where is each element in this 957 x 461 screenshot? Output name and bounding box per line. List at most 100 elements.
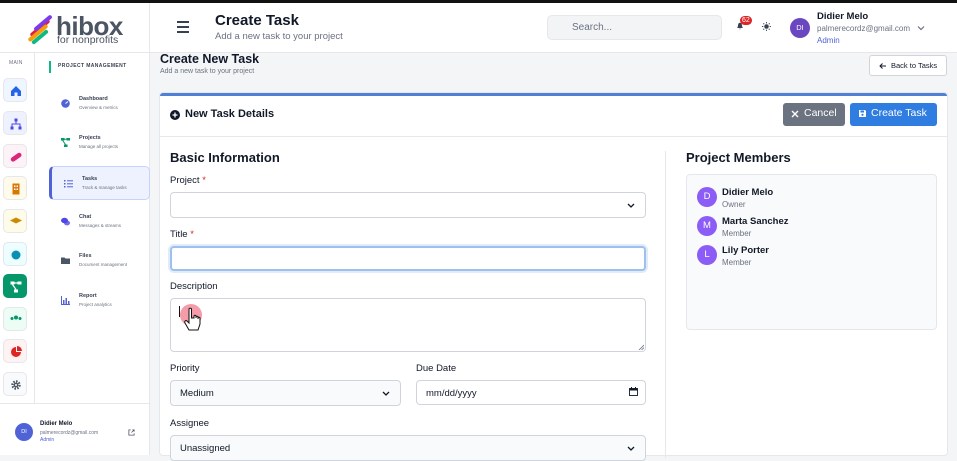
member-name: Lily Porter — [722, 245, 769, 256]
sidebar-item-chat[interactable]: Chat Messages & streams — [49, 205, 150, 239]
top-header: Create Task Add a new task to your proje… — [150, 3, 957, 53]
sidebar-user-name: Didier Melo — [40, 421, 73, 427]
graduation-cap-icon — [10, 217, 22, 224]
main-subtitle: Add a new task to your project — [160, 68, 255, 75]
rail-button-users[interactable] — [3, 307, 27, 331]
rail-button-sitemap[interactable] — [3, 111, 27, 135]
search-input[interactable]: Search... — [547, 15, 722, 40]
building-icon — [12, 183, 20, 195]
sidebar-nav: PROJECT MANAGEMENT Dashboard Overview & m… — [35, 53, 150, 403]
description-textarea[interactable] — [170, 298, 646, 352]
sidebar-item-desc: Track & manage tasks — [82, 185, 127, 190]
assignee-select[interactable]: Unassigned — [170, 435, 646, 461]
task-form-card: New Task Details Cancel Create Task Basi… — [160, 93, 947, 461]
sidebar-item-title: Chat — [79, 214, 92, 220]
project-label: Project * — [170, 175, 206, 186]
page-title: Create Task — [215, 12, 299, 29]
member-name: Marta Sanchez — [722, 216, 789, 227]
sidebar-user-role: Admin — [40, 437, 55, 443]
resize-handle-icon[interactable] — [638, 344, 644, 350]
chat-icon — [61, 217, 70, 226]
plus-circle-icon — [170, 110, 180, 120]
sidebar-item-title: Tasks — [82, 176, 98, 182]
member-avatar: D — [697, 187, 717, 207]
assignee-value: Unassigned — [180, 443, 231, 454]
project-select[interactable] — [170, 192, 646, 218]
brand-tagline: for nonprofits — [57, 34, 119, 46]
chevron-down-icon — [382, 391, 390, 396]
sidebar-item-desc: Document management — [79, 262, 128, 267]
sidebar-item-title: Files — [79, 253, 92, 259]
priority-select[interactable]: Medium — [170, 380, 401, 406]
sidebar-item-report[interactable]: Report Project analytics — [49, 284, 150, 318]
theme-toggle-icon[interactable] — [762, 22, 771, 31]
sidebar-item-files[interactable]: Files Document management — [49, 244, 150, 278]
priority-value: Medium — [180, 388, 214, 399]
main-title: Create New Task — [160, 52, 260, 66]
create-task-label: Create Task — [871, 107, 927, 119]
user-name[interactable]: Didier Melo — [817, 11, 868, 22]
tasks-icon — [64, 180, 73, 188]
rail-button-gear[interactable] — [3, 372, 27, 396]
chevron-down-icon[interactable] — [917, 24, 925, 32]
project-diagram-icon — [61, 138, 70, 147]
home-icon — [11, 86, 21, 96]
hibox-logo-icon — [28, 15, 52, 45]
description-label: Description — [170, 281, 218, 292]
page-subtitle: Add a new task to your project — [215, 31, 343, 42]
title-input[interactable] — [170, 246, 646, 271]
icon-rail: MAIN — [0, 53, 35, 403]
assignee-label: Assignee — [170, 418, 210, 429]
rail-button-pie-chart[interactable] — [3, 339, 27, 363]
create-task-button[interactable]: Create Task — [850, 103, 937, 126]
due-date-input[interactable]: mm/dd/yyyy — [416, 380, 646, 405]
rail-button-home[interactable] — [3, 78, 27, 102]
cancel-label: Cancel — [804, 107, 837, 119]
sidebar-item-desc: Messages & streams — [79, 223, 122, 228]
sidebar-item-projects[interactable]: Projects Manage all projects — [49, 126, 150, 160]
sidebar-item-desc: Project analytics — [79, 302, 112, 307]
project-members-heading: Project Members — [686, 150, 791, 165]
hamburger-menu-icon[interactable] — [177, 21, 189, 36]
chevron-down-icon — [627, 203, 635, 208]
hand-cursor-icon — [180, 304, 202, 331]
rail-section-label: MAIN — [9, 60, 23, 66]
due-date-value: mm/dd/yyyy — [426, 388, 477, 399]
sidebar-user-email: palmerecordz@gmail.com — [40, 430, 99, 436]
sidebar-item-desc: Overview & metrics — [79, 105, 118, 110]
card-title: New Task Details — [185, 108, 275, 120]
back-to-tasks-label: Back to Tasks — [891, 61, 938, 70]
back-to-tasks-button[interactable]: Back to Tasks — [869, 55, 947, 76]
project-diagram-icon — [10, 281, 22, 293]
logo[interactable]: hibox for nonprofits — [0, 3, 150, 53]
calendar-icon[interactable] — [629, 387, 638, 396]
save-icon — [859, 110, 866, 117]
member-role: Member — [722, 258, 752, 267]
user-avatar[interactable]: DI — [790, 18, 810, 38]
sidebar-user-card: DI Didier Melo palmerecordz@gmail.com Ad… — [0, 403, 150, 455]
close-icon — [791, 110, 799, 118]
due-date-label: Due Date — [416, 363, 457, 374]
circle-icon — [11, 250, 21, 260]
project-members-list: D Didier Melo Owner M Marta Sanchez Member L Li… — [686, 174, 937, 330]
sidebar-user-avatar: DI — [15, 423, 33, 441]
rail-button-circle[interactable] — [3, 242, 27, 266]
member-role: Owner — [722, 200, 746, 209]
user-email: palmerecordz@gmail.com — [817, 24, 911, 33]
sitemap-icon — [10, 118, 22, 130]
sidebar-item-title: Report — [79, 293, 97, 299]
rail-button-project-diagram[interactable] — [3, 274, 27, 298]
sidebar-item-dashboard[interactable]: Dashboard Overview & metrics — [49, 87, 150, 121]
arrow-left-icon — [879, 63, 886, 69]
sidebar-item-title: Dashboard — [79, 96, 108, 102]
external-link-icon[interactable] — [128, 429, 135, 436]
member-avatar: L — [697, 245, 717, 265]
column-divider — [665, 151, 666, 458]
rail-button-bandage[interactable] — [3, 144, 27, 168]
cancel-button[interactable]: Cancel — [783, 103, 845, 126]
rail-button-graduation-cap[interactable] — [3, 209, 27, 233]
sidebar-item-tasks[interactable]: Tasks Track & manage tasks — [49, 166, 150, 200]
rail-button-building[interactable] — [3, 176, 27, 200]
member-avatar: M — [697, 216, 717, 236]
card-header: New Task Details Cancel Create Task — [160, 96, 947, 137]
